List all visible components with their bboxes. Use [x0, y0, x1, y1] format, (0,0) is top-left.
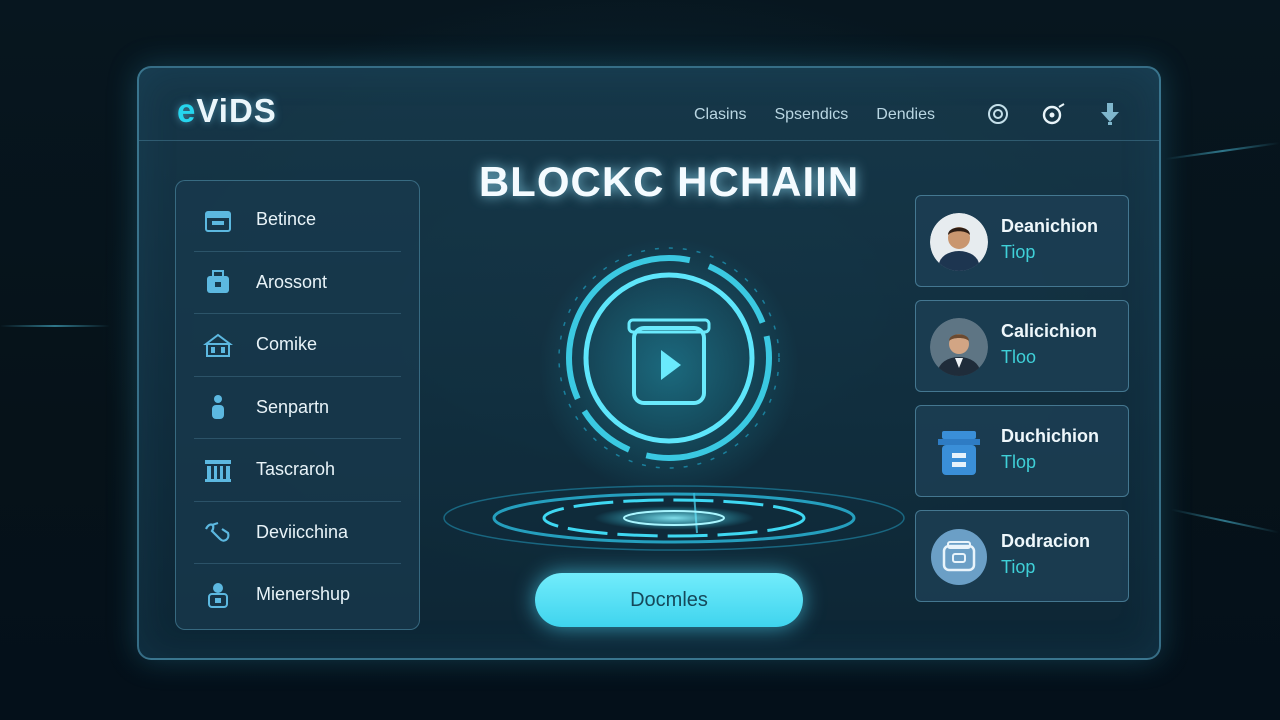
- member-icon: [202, 581, 234, 609]
- sidebar-item-deviicchina[interactable]: Deviicchina: [194, 502, 401, 564]
- card-title: Calicichion: [1001, 321, 1098, 341]
- sidebar-item-label: Betince: [256, 209, 317, 230]
- calendar-icon: [202, 206, 234, 234]
- sidebar-item-label: Senpartn: [256, 396, 330, 417]
- app-logo[interactable]: eViDS: [177, 92, 277, 130]
- card-subtitle: Tlop: [1001, 452, 1037, 472]
- nav-item-dendies[interactable]: Dendies: [876, 106, 935, 124]
- hero-graphic: [408, 228, 985, 568]
- person-icon: [202, 393, 234, 421]
- sidebar-item-label: Tascraroh: [256, 459, 336, 480]
- sidebar-item-arossont[interactable]: Arossont: [194, 252, 401, 314]
- suit-man-avatar: [930, 318, 988, 376]
- sidebar-item-tascraroh[interactable]: Tascraroh: [194, 439, 401, 502]
- card-title: Deanichion: [1001, 216, 1099, 236]
- building-icon: [202, 331, 234, 359]
- card-duchichion[interactable]: Duchichion Tlop: [915, 405, 1129, 497]
- card-subtitle: Tiop: [1001, 242, 1036, 262]
- nav-item-clasins[interactable]: Clasins: [694, 106, 746, 124]
- top-nav: Clasins Spsendics Dendies: [694, 106, 935, 124]
- page-title: BLOCKC HCHAIIN: [478, 158, 860, 205]
- card-subtitle: Tiop: [1001, 557, 1036, 577]
- nav-item-spsendics[interactable]: Spsendics: [774, 106, 848, 124]
- card-subtitle: Tloo: [1001, 347, 1037, 367]
- logo-prefix: e: [177, 92, 197, 129]
- sidebar-item-label: Deviicchina: [256, 521, 349, 542]
- card-dodracion[interactable]: Dodracion Tiop: [915, 510, 1129, 602]
- sidebar-item-mienershup[interactable]: Mienershup: [194, 564, 401, 626]
- download-icon[interactable]: [1097, 101, 1123, 127]
- bank-icon: [202, 456, 234, 484]
- logo-text: ViDS: [196, 92, 277, 129]
- sidebar-item-senpartn[interactable]: Senpartn: [194, 377, 401, 439]
- light-streak: [0, 325, 110, 327]
- record-icon[interactable]: [1041, 101, 1067, 127]
- bag-icon: [202, 268, 234, 296]
- sidebar-item-label: Mienershup: [256, 584, 351, 605]
- app-window: eViDS Clasins Spsendics Dendies Betince …: [137, 66, 1161, 660]
- header-divider: [139, 140, 1159, 141]
- card-title: Duchichion: [1001, 426, 1099, 446]
- handshake-icon: [202, 518, 234, 546]
- sidebar-item-comike[interactable]: Comike: [194, 314, 401, 377]
- sidebar: Betince Arossont Comike Senpartn Tascrar…: [175, 180, 420, 630]
- target-icon[interactable]: [985, 101, 1011, 127]
- card-title: Dodracion: [1001, 531, 1091, 551]
- sidebar-item-betince[interactable]: Betince: [194, 189, 401, 252]
- man-avatar: [930, 213, 988, 271]
- card-calicichion[interactable]: Calicichion Tloo: [915, 300, 1129, 392]
- card-deanichion[interactable]: Deanichion Tiop: [915, 195, 1129, 287]
- card-list: Deanichion Tiop Calicichion Tloo Duchich…: [915, 195, 1129, 615]
- sidebar-item-label: Arossont: [256, 271, 328, 292]
- toolbar-icons: [985, 101, 1123, 127]
- blue-box-icon: [930, 423, 988, 481]
- sidebar-item-label: Comike: [256, 334, 318, 355]
- package-icon: [930, 528, 988, 586]
- primary-action-button[interactable]: Docmles: [535, 573, 803, 627]
